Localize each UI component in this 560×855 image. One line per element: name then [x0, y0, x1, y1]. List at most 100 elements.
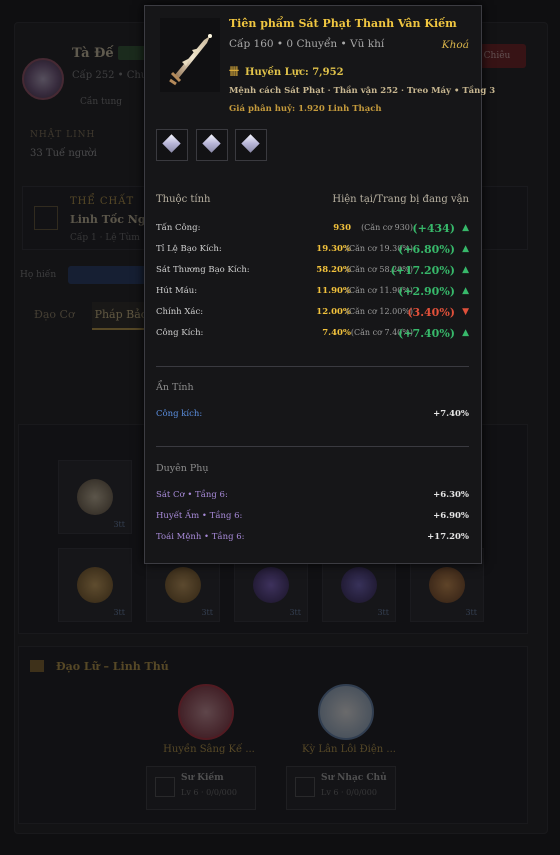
item-tooltip: Tiên phẩm Sát Phạt Thanh Vân Kiếm Cấp 16…: [144, 5, 495, 564]
tab-phap-bao[interactable]: Pháp Bảo: [92, 302, 150, 330]
arrow-up-icon: ▲: [462, 244, 469, 254]
bond-heading: Duyên Phụ: [156, 463, 209, 474]
hidden-attribute-value: +7.40%: [433, 409, 469, 419]
ring-icon: [77, 567, 113, 603]
hidden-attributes-heading: Ẩn Tính: [156, 382, 194, 393]
attribute-diff: (3.40%): [407, 306, 455, 319]
bracer-icon: [165, 567, 201, 603]
bond-value: +17.20%: [427, 532, 469, 542]
companion-name: Huyền Sâng Kế ...: [163, 744, 255, 755]
boots-icon: [429, 567, 465, 603]
attribute-row: Công Kích: 7.40% (Căn cơ 7.40%) (+7.40%)…: [156, 327, 469, 344]
attribute-diff: (+6.80%): [398, 243, 455, 256]
divider: [156, 366, 469, 367]
attribute-base: (Căn cơ 12.00%): [345, 307, 413, 316]
bond-label: Toái Mệnh • Tầng 6:: [156, 532, 245, 542]
section-heading: NHẬT LINH: [30, 130, 96, 140]
gem-diamond-icon: [202, 134, 221, 153]
sword-icon: [77, 479, 113, 515]
attribute-row: Sát Thương Bạo Kích: 58.20% (Căn cơ 58.2…: [156, 264, 469, 281]
gem-slot-1[interactable]: [156, 129, 188, 161]
slot-level: 3tt: [289, 608, 301, 617]
character-name: Tà Đế: [72, 46, 114, 61]
bond-value: +6.30%: [433, 490, 469, 500]
character-avatar[interactable]: [22, 58, 64, 100]
companion-card[interactable]: Kỳ Lân Lôi Điện ... Sư Nhạc Chủ Lv 6 · 0…: [286, 680, 408, 810]
companion-card[interactable]: Huyền Sâng Kế ... Sư Kiếm Lv 6 · 0/0/000: [146, 680, 268, 810]
sword-icon: [160, 18, 220, 92]
attribute-label: Hút Máu:: [156, 286, 198, 296]
arrow-up-icon: ▲: [462, 286, 469, 296]
physique-icon: [34, 206, 58, 230]
hidden-attribute-label: Công kích:: [156, 409, 203, 419]
attributes-heading: Thuộc tính: [156, 194, 211, 205]
skill-icon: [295, 777, 315, 797]
divider: [156, 446, 469, 447]
equipment-slot-weapon[interactable]: 3tt: [58, 460, 132, 534]
skill-sub: Lv 6 · 0/0/000: [181, 788, 237, 797]
companion-skill-box[interactable]: Sư Nhạc Chủ Lv 6 · 0/0/000: [286, 766, 396, 810]
item-mechanic: Mệnh cách Sát Phạt · Thần vận 252 · Treo…: [229, 86, 496, 96]
gem-diamond-icon: [162, 134, 181, 153]
section-value: 33 Tuế người: [30, 148, 97, 159]
spirit-power: 卌 Huyền Lực: 7,952: [229, 63, 344, 78]
skill-title: Sư Nhạc Chủ: [321, 773, 387, 783]
hidden-attribute-row: Công kích: +7.40%: [156, 409, 469, 423]
charm-icon: [341, 567, 377, 603]
attribute-label: Chính Xác:: [156, 307, 204, 317]
slot-level: 3tt: [201, 608, 213, 617]
filter-label: Họ hiến: [20, 270, 57, 280]
attribute-row: Tỉ Lệ Bạo Kích: 19.30% (Căn cơ 19.30%) (…: [156, 243, 469, 260]
gem-slot-2[interactable]: [196, 129, 228, 161]
arrow-down-icon: ▼: [462, 307, 469, 317]
skill-icon: [155, 777, 175, 797]
bond-label: Huyết Ấm • Tầng 6:: [156, 511, 243, 521]
decompose-price: Giá phân huỷ: 1.920 Linh Thạch: [229, 104, 382, 114]
companion-skill-box[interactable]: Sư Kiếm Lv 6 · 0/0/000: [146, 766, 256, 810]
bond-label: Sát Cơ • Tầng 6:: [156, 490, 228, 500]
attribute-row: Hút Máu: 11.90% (Căn cơ 11.90%) (+2.90%)…: [156, 285, 469, 302]
attribute-label: Tấn Công:: [156, 223, 201, 233]
gem-slot-3[interactable]: [235, 129, 267, 161]
slot-level: 3tt: [113, 608, 125, 617]
companion-avatar: [318, 684, 374, 740]
tab-dao-co[interactable]: Đạo Cơ: [34, 308, 75, 321]
slot-level: 3tt: [465, 608, 477, 617]
lock-label[interactable]: Khoá: [442, 39, 469, 51]
attribute-label: Sát Thương Bạo Kích:: [156, 265, 250, 275]
arrow-up-icon: ▲: [462, 328, 469, 338]
skill-title: Sư Kiếm: [181, 773, 224, 783]
bond-row: Huyết Ấm • Tầng 6: +6.90%: [156, 511, 469, 525]
companions-title: Đạo Lữ – Linh Thú: [56, 660, 169, 673]
filter-pill[interactable]: [68, 266, 148, 284]
character-level: Cấp 252 • Chu: [72, 70, 148, 81]
talisman-icon: [253, 567, 289, 603]
attribute-diff: (+7.40%): [398, 327, 455, 340]
arrow-up-icon: ▲: [462, 265, 469, 275]
attribute-row: Chính Xác: 12.00% (Căn cơ 12.00%) (3.40%…: [156, 306, 469, 323]
attribute-label: Tỉ Lệ Bạo Kích:: [156, 244, 222, 254]
attribute-value: 930: [333, 223, 351, 233]
companions-icon: [30, 660, 44, 672]
attribute-value: 7.40%: [322, 328, 351, 338]
attribute-diff: (+2.90%): [398, 285, 455, 298]
attribute-base: (Căn cơ 930): [361, 223, 413, 232]
attribute-row: Tấn Công: 930 (Căn cơ 930) (+434) ▲: [156, 222, 469, 239]
bond-value: +6.90%: [433, 511, 469, 521]
skill-sub: Lv 6 · 0/0/000: [321, 788, 377, 797]
attribute-diff: (+17.20%): [390, 264, 455, 277]
spirit-power-value: Huyền Lực: 7,952: [245, 67, 344, 78]
attributes-compare-heading: Hiện tại/Trang bị đang vận: [332, 194, 469, 205]
companion-avatar: [178, 684, 234, 740]
bond-row: Sát Cơ • Tầng 6: +6.30%: [156, 490, 469, 504]
item-subtitle: Cấp 160 • 0 Chuyển • Vũ khí: [229, 38, 385, 50]
item-title: Tiên phẩm Sát Phạt Thanh Vân Kiếm: [229, 17, 457, 30]
equipment-slot[interactable]: 3tt: [58, 548, 132, 622]
bond-row: Toái Mệnh • Tầng 6: +17.20%: [156, 532, 469, 546]
spirit-power-icon: 卌: [229, 67, 239, 78]
attribute-diff: (+434): [412, 222, 455, 235]
slot-level: 3tt: [113, 520, 125, 529]
physique-detail: Cấp 1 · Lệ Tùm: [70, 233, 140, 243]
character-sub-label: Cần tung: [80, 97, 123, 107]
companion-name: Kỳ Lân Lôi Điện ...: [302, 744, 396, 755]
